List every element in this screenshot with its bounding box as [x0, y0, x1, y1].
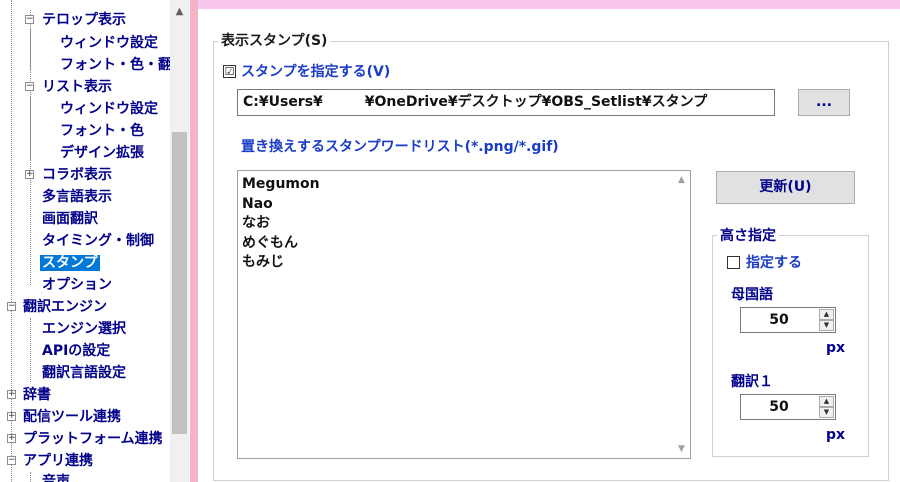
tree-item-label: フォント・色・翻訳 [60, 57, 186, 73]
tree-item-label: 辞書 [23, 387, 51, 403]
expand-icon[interactable]: + [7, 434, 16, 443]
tree-item-list-design[interactable]: デザイン拡張 [46, 143, 144, 163]
expand-icon[interactable]: + [7, 390, 16, 399]
tree-item-streaming-tools[interactable]: + 配信ツール連携 [7, 407, 121, 427]
collapse-icon[interactable]: − [25, 15, 34, 24]
tree-item-label: プラットフォーム連携 [23, 431, 163, 447]
list-item[interactable]: Megumon [238, 175, 690, 195]
specify-height-checkbox[interactable] [727, 256, 740, 269]
tree-item-label: ウィンドウ設定 [60, 35, 158, 51]
tree-item-label: 画面翻訳 [42, 211, 98, 227]
stamp-folder-path-input[interactable]: C:¥Users¥ ¥OneDrive¥デスクトップ¥OBS_Setlist¥ス… [237, 89, 775, 116]
scroll-down-icon[interactable]: ▼ [673, 444, 690, 454]
spin-up-icon[interactable]: ▲ [819, 396, 834, 407]
tree-item-voice[interactable]: 音声 [32, 472, 70, 482]
native-height-spinner[interactable]: 50 ▲ ▼ [740, 307, 836, 333]
tree-item-label: エンジン選択 [42, 321, 126, 337]
stamp-wordlist[interactable]: Megumon Nao なお めぐもん もみじ ▲ ▼ [237, 170, 691, 459]
tree-item-multilang[interactable]: 多言語表示 [32, 187, 112, 207]
tree-item-label: リスト表示 [42, 79, 112, 95]
tree-item-label: タイミング・制御 [42, 233, 154, 249]
tree-item-dictionary[interactable]: + 辞書 [7, 385, 51, 405]
wordlist-scrollbar[interactable]: ▲ ▼ [673, 171, 690, 458]
spin-down-icon[interactable]: ▼ [819, 407, 834, 418]
translation-height-spinner[interactable]: 50 ▲ ▼ [740, 394, 836, 420]
tree-item-collab[interactable]: + コラボ表示 [25, 165, 112, 185]
expand-icon[interactable]: + [25, 170, 34, 179]
tree-item-screen-translate[interactable]: 画面翻訳 [32, 209, 98, 229]
tree-item-label: オプション [42, 277, 112, 293]
specify-height-label[interactable]: 指定する [746, 254, 802, 272]
translation-height-unit: px [826, 427, 846, 443]
stamp-settings-panel: 表示スタンプ(S) ☑ スタンプを指定する(V) C:¥Users¥ ¥OneD… [198, 9, 900, 482]
tree-item-api[interactable]: APIの設定 [32, 341, 110, 361]
scrollbar-thumb[interactable] [172, 132, 187, 434]
tree-item-telop[interactable]: − テロップ表示 [25, 10, 126, 30]
tree-item-stamp[interactable]: スタンプ [32, 253, 100, 273]
tree-item-options[interactable]: オプション [32, 275, 112, 295]
header-strip [198, 0, 900, 9]
divider-strip [190, 0, 198, 482]
stamp-group-title: 表示スタンプ(S) [218, 32, 331, 50]
tree-item-label: APIの設定 [42, 343, 111, 359]
tree-item-lang[interactable]: 翻訳言語設定 [32, 363, 126, 383]
tree-item-engine-select[interactable]: エンジン選択 [32, 319, 126, 339]
tree-item-label: 翻訳言語設定 [42, 365, 126, 381]
list-item[interactable]: めぐもん [238, 234, 690, 254]
tree-item-label: 翻訳エンジン [23, 299, 107, 315]
translation-height-value[interactable]: 50 [741, 395, 817, 419]
tree-item-label: フォント・色 [60, 123, 144, 139]
tree-item-label: 多言語表示 [42, 189, 112, 205]
tree-item-list-font[interactable]: フォント・色 [46, 121, 144, 141]
list-item[interactable]: もみじ [238, 253, 690, 273]
tree-item-list[interactable]: − リスト表示 [25, 77, 112, 97]
scroll-up-icon[interactable]: ▲ [170, 6, 189, 17]
spin-up-icon[interactable]: ▲ [819, 309, 834, 320]
tree-item-timing[interactable]: タイミング・制御 [32, 231, 154, 251]
tree-item-platform[interactable]: + プラットフォーム連携 [7, 429, 163, 449]
tree-item-label: 配信ツール連携 [23, 409, 121, 425]
tree-item-label: アプリ連携 [23, 453, 93, 469]
collapse-icon[interactable]: − [7, 456, 16, 465]
tree-item-engine[interactable]: − 翻訳エンジン [7, 297, 107, 317]
native-height-value[interactable]: 50 [741, 308, 817, 332]
tree-item-label: スタンプ [40, 255, 100, 271]
tree-item-label: デザイン拡張 [60, 145, 144, 161]
tree-item-label: テロップ表示 [42, 12, 126, 28]
native-height-label: 母国語 [731, 287, 773, 303]
enable-stamp-checkbox[interactable]: ☑ [223, 65, 236, 78]
tree-item-telop-font[interactable]: フォント・色・翻訳 [46, 55, 186, 75]
tree-item-telop-window[interactable]: ウィンドウ設定 [46, 33, 158, 53]
tree-connector-line [30, 472, 31, 482]
tree-item-label: 音声 [42, 474, 70, 482]
scroll-up-icon[interactable]: ▲ [673, 175, 690, 185]
tree-connector-line [30, 318, 31, 382]
tree-item-label: ウィンドウ設定 [60, 101, 158, 117]
tree-item-label: コラボ表示 [42, 167, 112, 183]
list-item[interactable]: Nao [238, 195, 690, 215]
collapse-icon[interactable]: − [7, 302, 16, 311]
spin-down-icon[interactable]: ▼ [819, 320, 834, 331]
translation-height-label: 翻訳１ [731, 374, 773, 390]
list-item[interactable]: なお [238, 214, 690, 234]
collapse-icon[interactable]: − [25, 82, 34, 91]
enable-stamp-label[interactable]: スタンプを指定する(V) [241, 63, 390, 81]
settings-tree[interactable]: − テロップ表示 ウィンドウ設定 フォント・色・翻訳 − リスト表示 ウィンドウ… [0, 0, 190, 482]
tree-connector-line [30, 10, 31, 285]
tree-scrollbar[interactable]: ▲ [170, 0, 189, 482]
browse-button[interactable]: ... [798, 89, 850, 116]
height-group-title: 高さ指定 [717, 227, 779, 245]
tree-item-list-window[interactable]: ウィンドウ設定 [46, 99, 158, 119]
update-button[interactable]: 更新(U) [716, 171, 855, 204]
expand-icon[interactable]: + [7, 412, 16, 421]
tree-item-apps[interactable]: − アプリ連携 [7, 451, 93, 471]
wordlist-label: 置き換えするスタンプワードリスト(*.png/*.gif) [241, 139, 559, 155]
native-height-unit: px [826, 340, 846, 356]
